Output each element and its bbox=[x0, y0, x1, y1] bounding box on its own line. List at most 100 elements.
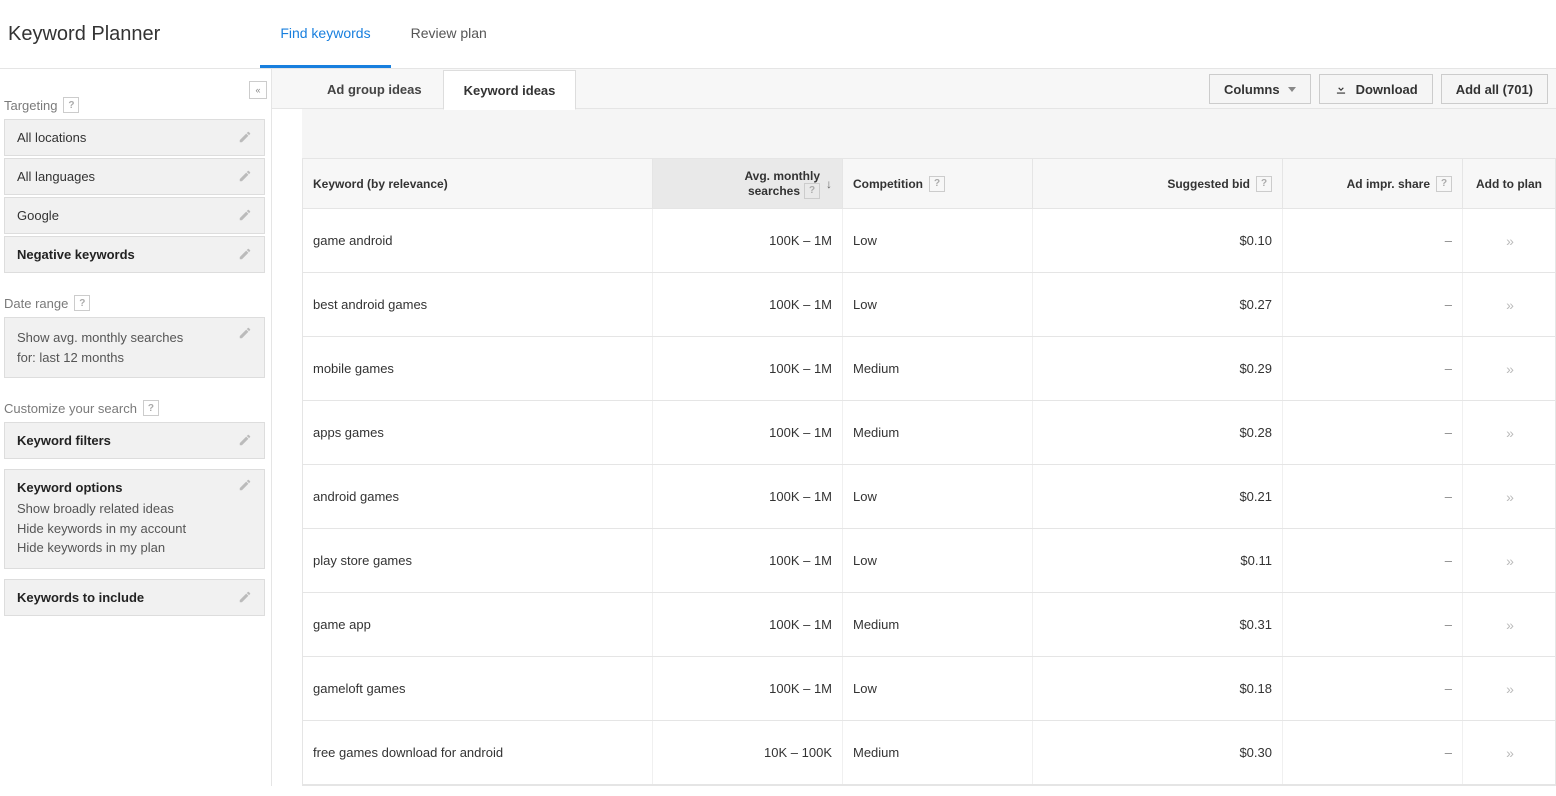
add-to-plan-button[interactable]: » bbox=[1506, 361, 1512, 377]
sub-tab-ad-group-ideas[interactable]: Ad group ideas bbox=[306, 69, 443, 109]
add-to-plan-button[interactable]: » bbox=[1506, 617, 1512, 633]
targeting-network[interactable]: Google bbox=[4, 197, 265, 234]
sub-tab-keyword-ideas[interactable]: Keyword ideas bbox=[443, 70, 577, 110]
keyword-options-head: Keyword options bbox=[17, 480, 252, 495]
main: Ad group ideas Keyword ideas Columns Dow… bbox=[271, 69, 1556, 786]
cell-suggested-bid: $0.30 bbox=[1033, 721, 1283, 784]
cell-add-to-plan: » bbox=[1463, 209, 1555, 272]
cell-add-to-plan: » bbox=[1463, 593, 1555, 656]
th-keyword[interactable]: Keyword (by relevance) bbox=[303, 159, 653, 208]
keyword-options-line1: Show broadly related ideas bbox=[17, 499, 252, 519]
th-ad-impr-share-label: Ad impr. share bbox=[1347, 177, 1430, 191]
download-button-label: Download bbox=[1356, 82, 1418, 97]
add-to-plan-button[interactable]: » bbox=[1506, 745, 1512, 761]
cell-add-to-plan: » bbox=[1463, 721, 1555, 784]
targeting-section-label: Targeting ? bbox=[4, 97, 265, 113]
keyword-options-line2: Hide keywords in my account bbox=[17, 519, 252, 539]
th-competition-label: Competition bbox=[853, 177, 923, 191]
cell-keyword[interactable]: game android bbox=[303, 209, 653, 272]
targeting-negative-keywords[interactable]: Negative keywords bbox=[4, 236, 265, 273]
keyword-options[interactable]: Keyword options Show broadly related ide… bbox=[4, 469, 265, 569]
date-range-label-text: Date range bbox=[4, 296, 68, 311]
cell-suggested-bid: $0.21 bbox=[1033, 465, 1283, 528]
filter-band bbox=[302, 109, 1556, 159]
cell-ad-impr-share: – bbox=[1283, 273, 1463, 336]
download-button[interactable]: Download bbox=[1319, 74, 1433, 104]
help-icon[interactable]: ? bbox=[63, 97, 79, 113]
help-icon[interactable]: ? bbox=[1256, 176, 1272, 192]
columns-button[interactable]: Columns bbox=[1209, 74, 1311, 104]
add-all-button[interactable]: Add all (701) bbox=[1441, 74, 1548, 104]
targeting-locations[interactable]: All locations bbox=[4, 119, 265, 156]
cell-keyword[interactable]: best android games bbox=[303, 273, 653, 336]
th-ams-line1: Avg. monthly bbox=[744, 169, 820, 183]
date-range-line2: for: last 12 months bbox=[17, 348, 252, 368]
cell-keyword[interactable]: android games bbox=[303, 465, 653, 528]
help-icon[interactable]: ? bbox=[74, 295, 90, 311]
cell-searches: 100K – 1M bbox=[653, 465, 843, 528]
cell-ad-impr-share: – bbox=[1283, 209, 1463, 272]
keyword-text: free games download for android bbox=[313, 745, 503, 760]
add-to-plan-button[interactable]: » bbox=[1506, 553, 1512, 569]
keywords-to-include[interactable]: Keywords to include bbox=[4, 579, 265, 616]
cell-competition: Low bbox=[843, 209, 1033, 272]
date-range-block[interactable]: Show avg. monthly searches for: last 12 … bbox=[4, 317, 265, 378]
cell-keyword[interactable]: game app bbox=[303, 593, 653, 656]
table-row: game app100K – 1MMedium$0.31–» bbox=[303, 593, 1555, 657]
help-icon[interactable]: ? bbox=[143, 400, 159, 416]
tab-review-plan[interactable]: Review plan bbox=[391, 0, 507, 68]
cell-ad-impr-share: – bbox=[1283, 593, 1463, 656]
chevron-double-left-icon: « bbox=[255, 85, 260, 95]
help-icon[interactable]: ? bbox=[1436, 176, 1452, 192]
help-icon[interactable]: ? bbox=[804, 183, 820, 199]
keyword-text: game app bbox=[313, 617, 371, 632]
cell-keyword[interactable]: play store games bbox=[303, 529, 653, 592]
sub-tabs: Ad group ideas Keyword ideas bbox=[306, 69, 576, 108]
keyword-options-line3: Hide keywords in my plan bbox=[17, 538, 252, 558]
keyword-text: android games bbox=[313, 489, 399, 504]
th-suggested-bid[interactable]: Suggested bid ? bbox=[1033, 159, 1283, 208]
keyword-filters[interactable]: Keyword filters bbox=[4, 422, 265, 459]
keyword-text: mobile games bbox=[313, 361, 394, 376]
cell-competition: Low bbox=[843, 657, 1033, 720]
columns-button-label: Columns bbox=[1224, 82, 1280, 97]
th-suggested-bid-label: Suggested bid bbox=[1167, 177, 1250, 191]
top-tabs: Find keywords Review plan bbox=[260, 0, 507, 68]
th-ad-impr-share[interactable]: Ad impr. share ? bbox=[1283, 159, 1463, 208]
table-row: apps games100K – 1MMedium$0.28–» bbox=[303, 401, 1555, 465]
cell-keyword[interactable]: mobile games bbox=[303, 337, 653, 400]
table-row: gameloft games100K – 1MLow$0.18–» bbox=[303, 657, 1555, 721]
table-header: Keyword (by relevance) Avg. monthly sear… bbox=[303, 159, 1555, 209]
add-to-plan-button[interactable]: » bbox=[1506, 425, 1512, 441]
cell-suggested-bid: $0.29 bbox=[1033, 337, 1283, 400]
keyword-text: game android bbox=[313, 233, 393, 248]
add-to-plan-button[interactable]: » bbox=[1506, 233, 1512, 249]
add-to-plan-button[interactable]: » bbox=[1506, 297, 1512, 313]
add-to-plan-button[interactable]: » bbox=[1506, 489, 1512, 505]
th-avg-monthly-searches[interactable]: Avg. monthly searches ? ↓ bbox=[653, 159, 843, 208]
keyword-filters-label: Keyword filters bbox=[17, 433, 111, 448]
cell-suggested-bid: $0.28 bbox=[1033, 401, 1283, 464]
cell-add-to-plan: » bbox=[1463, 529, 1555, 592]
keyword-text: best android games bbox=[313, 297, 427, 312]
th-competition[interactable]: Competition ? bbox=[843, 159, 1033, 208]
pencil-icon bbox=[238, 326, 252, 340]
cell-keyword[interactable]: gameloft games bbox=[303, 657, 653, 720]
cell-suggested-bid: $0.18 bbox=[1033, 657, 1283, 720]
help-icon[interactable]: ? bbox=[929, 176, 945, 192]
cell-keyword[interactable]: free games download for android bbox=[303, 721, 653, 784]
cell-searches: 100K – 1M bbox=[653, 529, 843, 592]
targeting-negative-keywords-label: Negative keywords bbox=[17, 247, 135, 262]
tab-find-keywords[interactable]: Find keywords bbox=[260, 0, 390, 68]
add-to-plan-button[interactable]: » bbox=[1506, 681, 1512, 697]
cell-competition: Low bbox=[843, 529, 1033, 592]
targeting-network-label: Google bbox=[17, 208, 59, 223]
th-add-to-plan-label: Add to plan bbox=[1476, 177, 1542, 191]
targeting-languages[interactable]: All languages bbox=[4, 158, 265, 195]
pencil-icon bbox=[238, 208, 252, 222]
keyword-text: play store games bbox=[313, 553, 412, 568]
cell-ad-impr-share: – bbox=[1283, 721, 1463, 784]
cell-keyword[interactable]: apps games bbox=[303, 401, 653, 464]
cell-searches: 100K – 1M bbox=[653, 593, 843, 656]
collapse-sidebar-button[interactable]: « bbox=[249, 81, 267, 99]
